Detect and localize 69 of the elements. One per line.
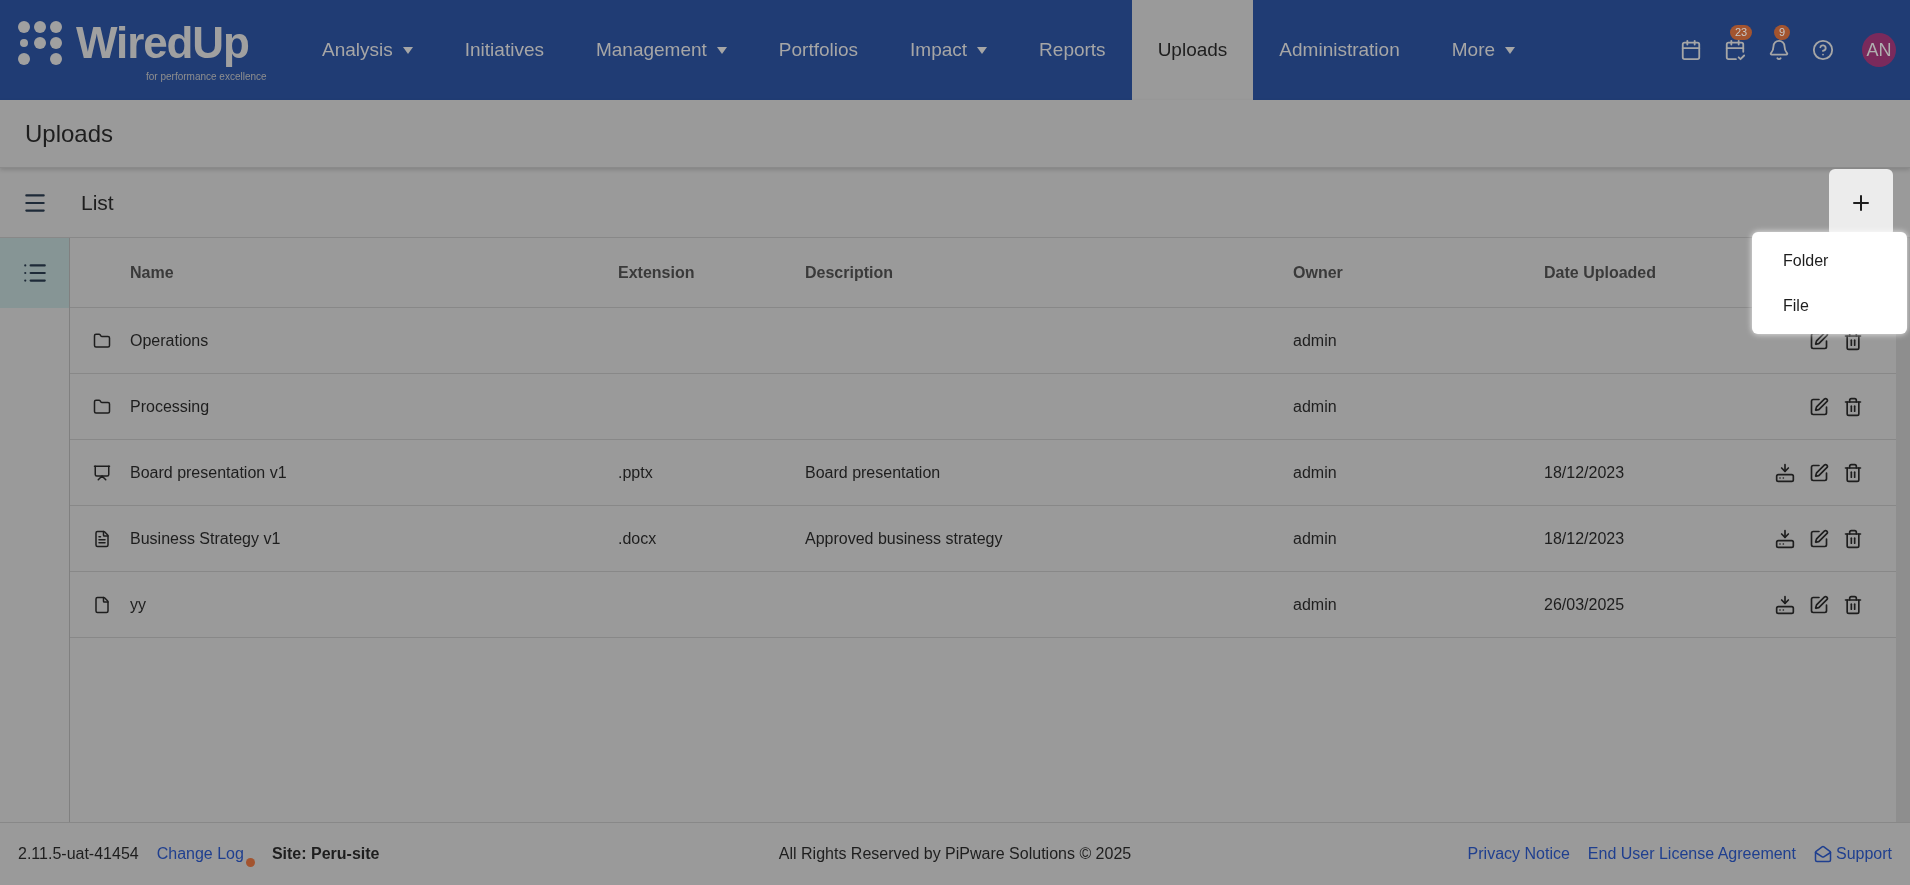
edit-icon[interactable] [1809,462,1829,483]
delete-icon[interactable] [1843,462,1863,483]
calendar-check-icon[interactable] [1724,39,1746,61]
support-link[interactable]: Support [1813,842,1892,866]
column-header: Name [130,263,174,281]
table-cell: admin [1293,463,1337,481]
folder-icon [93,397,111,416]
table-cell: .pptx [618,463,653,481]
footer-link[interactable]: Privacy Notice [1467,842,1570,866]
download-icon[interactable] [1775,528,1795,549]
file-icon [93,595,111,614]
table-cell: Business Strategy v1 [130,529,281,547]
document-icon [93,529,111,548]
table-cell: admin [1293,331,1337,349]
column-header: Extension [618,263,695,281]
column-header: Owner [1293,263,1343,281]
table-cell: admin [1293,397,1337,415]
nav-tab[interactable]: Administration [1253,0,1426,100]
column-header: Date Uploaded [1544,263,1656,281]
help-icon[interactable] [1812,39,1834,61]
nav-tab[interactable]: More [1425,0,1542,100]
table-cell: 18/12/2023 [1544,529,1625,547]
count-badge: 9 [1774,25,1791,40]
delete-icon[interactable] [1843,528,1863,549]
folder-icon [93,331,111,350]
nav-tab[interactable]: Management [569,0,753,100]
calendar-icon[interactable] [1680,39,1702,61]
toolbar-title: List [81,189,114,216]
bell-icon[interactable] [1768,39,1790,61]
table-cell: Processing [130,397,210,415]
table-cell: admin [1293,595,1337,613]
avatar[interactable]: AN [1862,33,1896,67]
nav-tab[interactable]: Reports [1013,0,1132,100]
edit-icon[interactable] [1809,396,1829,417]
menu-item[interactable]: File [1752,283,1907,328]
nav-tab[interactable]: Portfolios [752,0,885,100]
version-text: 2.11.5-uat-41454 [18,844,139,864]
nav-tab[interactable]: Impact [884,0,1014,100]
table-cell: 18/12/2023 [1544,463,1625,481]
mail-icon [1813,845,1832,863]
copyright-text: All Rights Reserved by PiPware Solutions © 2025 [778,844,1132,864]
count-badge: 23 [1730,25,1753,40]
logo-tagline: for performance excellence [146,72,268,83]
download-icon[interactable] [1775,462,1795,483]
download-icon[interactable] [1775,594,1795,615]
table-cell: .docx [618,529,657,547]
list-view-tab[interactable] [0,238,69,308]
change-log-link[interactable]: Change Log [156,842,244,866]
table-cell: Approved business strategy [805,529,1003,547]
footer-link[interactable]: End User License Agreement [1587,842,1796,866]
delete-icon[interactable] [1843,396,1863,417]
delete-icon[interactable] [1843,594,1863,615]
logo-title: WiredUp [76,17,249,69]
nav-tab[interactable]: Initiatives [438,0,570,100]
nav-tab[interactable]: Uploads [1131,0,1254,100]
nav-tab[interactable]: Analysis [296,0,439,100]
column-header: Description [805,263,893,281]
table-cell: Board presentation [805,463,941,481]
table-cell: 26/03/2025 [1544,595,1625,613]
table-cell: admin [1293,529,1337,547]
menu-item[interactable]: Folder [1752,238,1907,283]
edit-icon[interactable] [1809,528,1829,549]
table-cell: Board presentation v1 [130,463,287,481]
table-cell: yy [130,595,146,613]
presentation-file-icon [93,463,111,482]
site-label: Site: Peru-site [271,844,380,864]
page-title: Uploads [25,118,114,149]
edit-icon[interactable] [1809,594,1829,615]
table-cell: Operations [130,331,209,349]
